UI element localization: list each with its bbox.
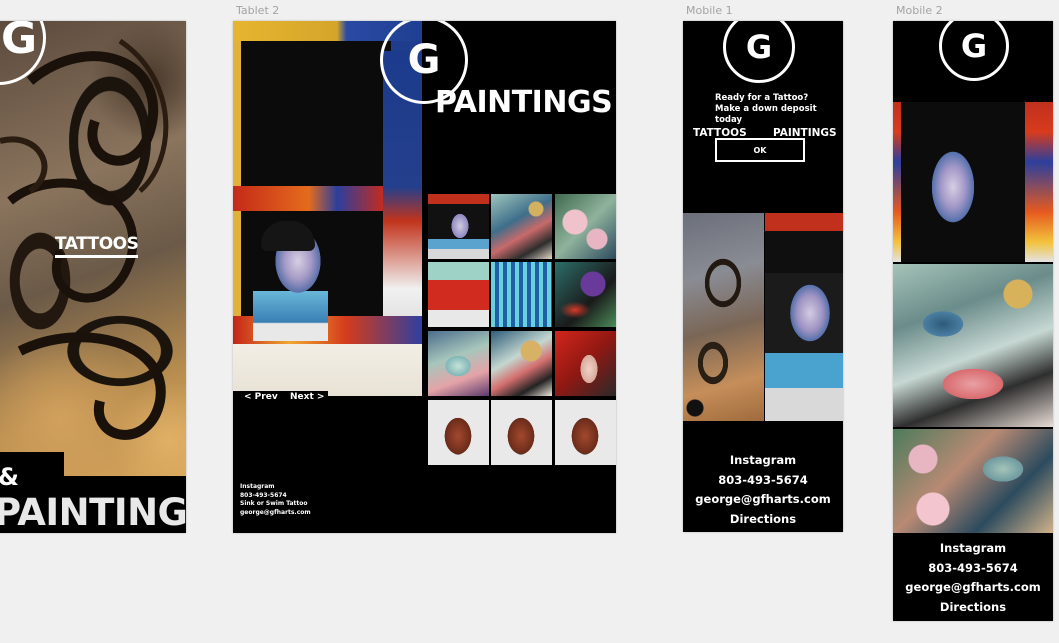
- paintings-link[interactable]: PAINTINGS: [0, 491, 186, 533]
- mobile1-artboard: G Ready for a Tattoo? Make a down deposi…: [683, 21, 843, 532]
- logo-icon[interactable]: G: [723, 21, 795, 83]
- prev-button[interactable]: < Prev: [244, 392, 278, 402]
- thumbnail-red-abstract[interactable]: [428, 262, 489, 327]
- thumbnail-red-figure[interactable]: [555, 331, 616, 396]
- thumbnail-purple-grapes[interactable]: [555, 262, 616, 327]
- deposit-prompt: Ready for a Tattoo? Make a down deposit …: [715, 93, 817, 125]
- artboard-label-mobile2: Mobile 2: [896, 4, 943, 17]
- thumbnail-abstract-swirl[interactable]: [491, 194, 552, 259]
- thumbnail-skull[interactable]: [491, 331, 552, 396]
- paintings-tile[interactable]: [765, 213, 843, 421]
- thumbnail-teal-abstract[interactable]: [428, 331, 489, 396]
- phone-number[interactable]: 803-493-5674: [240, 492, 311, 501]
- instagram-link[interactable]: Instagram: [683, 451, 843, 471]
- tattoos-tile[interactable]: [683, 213, 764, 421]
- paintings-tile-label: PAINTINGS: [773, 127, 837, 139]
- rose-painting-panel[interactable]: [893, 429, 1053, 533]
- ok-button[interactable]: OK: [715, 138, 805, 162]
- tattoos-link[interactable]: TATTOOS: [55, 234, 139, 258]
- ampersand-text: &: [0, 463, 19, 491]
- email-link[interactable]: george@gfharts.com: [683, 490, 843, 510]
- thumbnail-screaming-face-3[interactable]: [555, 400, 616, 465]
- contact-block: Instagram 803-493-5674 Sink or Swim Tatt…: [240, 483, 311, 517]
- logo-icon[interactable]: G: [939, 21, 1009, 81]
- instagram-link[interactable]: Instagram: [893, 539, 1053, 559]
- phone-number[interactable]: 803-493-5674: [683, 471, 843, 491]
- directions-link[interactable]: Directions: [893, 598, 1053, 618]
- page-title: PAINTINGS: [435, 85, 613, 120]
- studio-name: Sink or Swim Tattoo: [240, 500, 308, 507]
- artboard-label-tablet: Tablet 2: [236, 4, 280, 17]
- email-link[interactable]: george@gfharts.com: [893, 578, 1053, 598]
- tablet-artboard: < Prev Next > G PAINTINGS Instagram 803-…: [233, 21, 616, 533]
- contact-block: Instagram 803-493-5674 george@gfharts.co…: [893, 539, 1053, 617]
- directions-link[interactable]: Directions: [683, 510, 843, 530]
- thumbnail-portrait[interactable]: [428, 194, 489, 259]
- thumbnail-rose[interactable]: [555, 194, 616, 259]
- contact-block: Instagram 803-493-5674 george@gfharts.co…: [683, 451, 843, 529]
- mobile2-artboard: G Instagram 803-493-5674 george@gfharts.…: [893, 21, 1053, 621]
- next-button[interactable]: Next >: [290, 392, 324, 402]
- email-link[interactable]: george@gfharts.com: [240, 509, 311, 518]
- thumbnail-screaming-face-1[interactable]: [428, 400, 489, 465]
- portrait-painting-panel[interactable]: [893, 102, 1053, 262]
- instagram-link[interactable]: Instagram: [240, 483, 311, 492]
- skull-painting-panel[interactable]: [893, 264, 1053, 427]
- desktop-artboard: G TATTOOS & PAINTINGS: [0, 21, 186, 533]
- phone-number[interactable]: 803-493-5674: [893, 559, 1053, 579]
- artboard-label-mobile1: Mobile 1: [686, 4, 733, 17]
- tattoos-tile-label: TATTOOS: [693, 127, 747, 139]
- thumbnail-screaming-face-2[interactable]: [491, 400, 552, 465]
- thumbnail-blue-drip[interactable]: [491, 262, 552, 327]
